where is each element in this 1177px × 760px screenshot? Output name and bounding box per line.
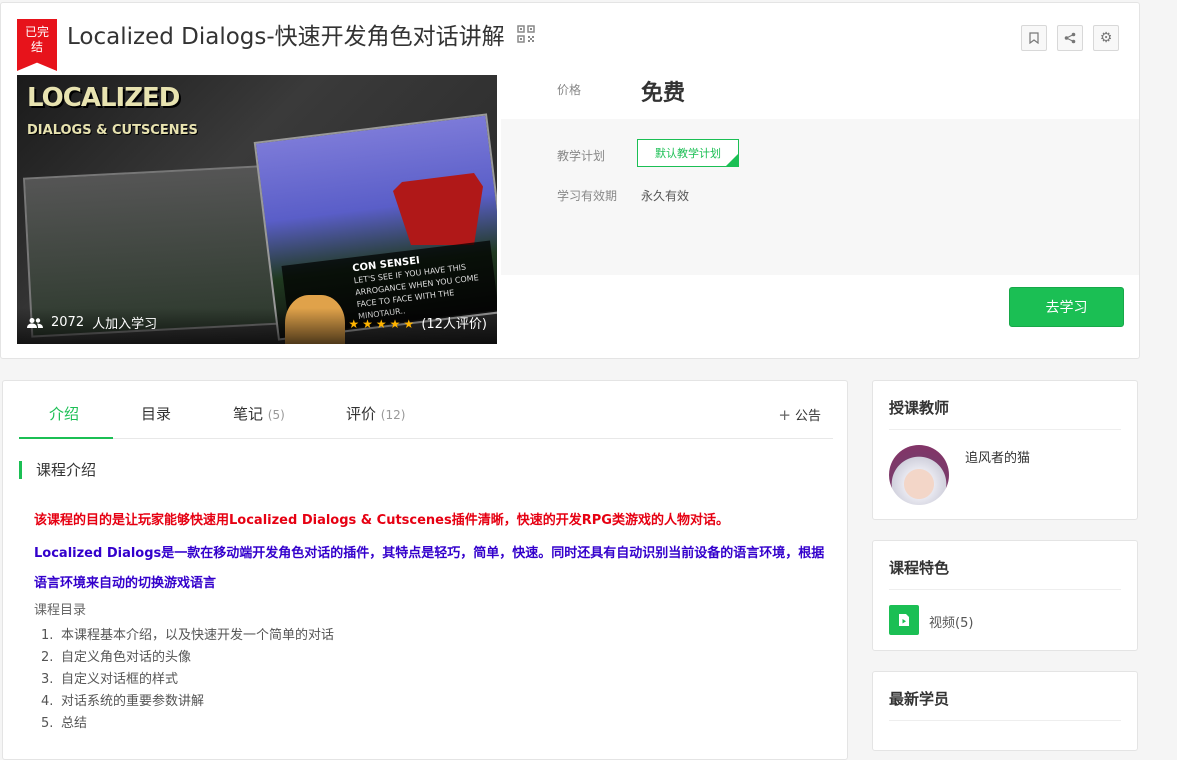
bookmark-icon [1029, 32, 1039, 44]
avatar[interactable] [889, 445, 949, 505]
toc-list: 1. 本课程基本介绍，以及快速开发一个简单的对话 2. 自定义角色对话的头像 3. 自… [41, 625, 334, 735]
completed-badge-line1: 已完 [24, 25, 49, 39]
list-text: 自定义角色对话的头像 [61, 650, 192, 665]
teacher-panel: 授课教师 追风者的猫 [872, 380, 1138, 520]
divider [889, 720, 1121, 721]
features-panel: 课程特色 视频(5) [872, 540, 1138, 651]
list-text: 自定义对话框的样式 [61, 672, 179, 687]
tab-intro[interactable]: 介绍 [49, 403, 79, 424]
toc-title: 课程目录 [34, 603, 87, 618]
share-icon [1064, 32, 1076, 44]
list-item: 4. 对话系统的重要参数讲解 [41, 691, 334, 713]
validity-label: 学习有效期 [557, 189, 618, 203]
tab-reviews[interactable]: 评价 (12) [346, 403, 405, 424]
tab-notes-label: 笔记 [233, 405, 264, 423]
intro-highlight-red: 该课程的目的是让玩家能够快速用Localized Dialogs & Cutsc… [34, 513, 729, 528]
list-text: 本课程基本介绍，以及快速开发一个简单的对话 [61, 628, 335, 643]
star-icon: ★ [362, 317, 373, 331]
completed-badge: 已完 结 [17, 19, 57, 71]
divider [889, 429, 1121, 430]
list-item: 2. 自定义角色对话的头像 [41, 647, 334, 669]
list-item: 3. 自定义对话框的样式 [41, 669, 334, 691]
star-icon: ★ [389, 317, 401, 331]
settings-button[interactable]: ⚙ [1093, 25, 1119, 51]
students-count: 2072 人加入学习 [27, 313, 157, 332]
announcement-link[interactable]: + 公告 [778, 405, 821, 424]
price-label: 价格 [557, 83, 582, 97]
list-text: 对话系统的重要参数讲解 [61, 694, 205, 709]
list-item: 5. 总结 [41, 713, 334, 735]
cover-logo-subtitle: DIALOGS & CUTSCENES [27, 123, 198, 138]
tab-catalog-label: 目录 [141, 405, 172, 423]
plan-label: 教学计划 [557, 149, 606, 163]
course-header-card: 已完 结 Localized Dialogs-快速开发角色对话讲解 ⚙ LOCA… [0, 2, 1140, 359]
teacher-title: 授课教师 [889, 399, 950, 417]
video-file-icon [889, 605, 919, 635]
share-button[interactable] [1057, 25, 1083, 51]
list-text: 总结 [61, 716, 88, 731]
course-tabs: 介绍 目录 笔记 (5) 评价 (12) + 公告 [19, 381, 833, 439]
bookmark-button[interactable] [1021, 25, 1047, 51]
list-number: 1. [41, 628, 54, 643]
list-number: 3. [41, 672, 54, 687]
course-cover-image[interactable]: LOCALIZED DIALOGS & CUTSCENES CON SENSEI… [17, 75, 497, 344]
feature-video-label: 视频(5) [929, 616, 974, 631]
announcement-label: 公告 [794, 409, 821, 424]
divider [889, 589, 1121, 590]
tab-notes-count: (5) [267, 408, 285, 422]
latest-students-panel: 最新学员 [872, 671, 1138, 751]
star-icon: ★ [348, 317, 360, 331]
plan-option-label: 默认教学计划 [655, 147, 721, 160]
course-content-card: 介绍 目录 笔记 (5) 评价 (12) + 公告 课程介绍 该课程的目的是让玩家… [2, 380, 848, 760]
section-title: 课程介绍 [19, 461, 96, 479]
validity-value: 永久有效 [641, 189, 690, 203]
list-number: 4. [41, 694, 54, 709]
students-label: 人加入学习 [92, 317, 158, 332]
list-item: 1. 本课程基本介绍，以及快速开发一个简单的对话 [41, 625, 334, 647]
completed-badge-line2: 结 [30, 40, 43, 54]
list-number: 2. [41, 650, 54, 665]
students-title: 最新学员 [889, 690, 950, 708]
start-learning-button[interactable]: 去学习 [1009, 287, 1124, 327]
students-number: 2072 [51, 315, 85, 330]
intro-highlight-blue: Localized Dialogs是一款在移动端开发角色对话的插件，其特点是轻巧… [34, 546, 825, 591]
course-info: 价格 免费 教学计划 默认教学计划 学习有效期 永久有效 [501, 75, 1139, 275]
features-title: 课程特色 [889, 559, 950, 577]
gear-icon: ⚙ [1099, 30, 1113, 46]
list-number: 5. [41, 716, 54, 731]
tab-notes[interactable]: 笔记 (5) [233, 403, 285, 424]
star-icon: ★ [375, 317, 387, 331]
tab-reviews-count: (12) [380, 408, 406, 422]
teacher-name[interactable]: 追风者的猫 [965, 447, 1030, 466]
course-rating: ★ ★ ★ ★ ★ (12人评价) [348, 313, 487, 332]
plan-option-default[interactable]: 默认教学计划 [637, 139, 739, 167]
plus-icon: + [778, 406, 791, 424]
qrcode-icon[interactable] [517, 25, 535, 43]
users-icon [27, 317, 43, 328]
tab-catalog[interactable]: 目录 [141, 403, 171, 424]
active-tab-indicator [19, 437, 113, 439]
cover-logo-title: LOCALIZED [27, 83, 180, 113]
course-title: Localized Dialogs-快速开发角色对话讲解 [67, 24, 505, 50]
rating-count: (12人评价) [421, 317, 487, 332]
tab-intro-label: 介绍 [49, 405, 80, 423]
star-icon: ★ [403, 317, 415, 331]
price-value: 免费 [641, 81, 686, 106]
check-corner-icon [726, 154, 738, 166]
tab-reviews-label: 评价 [346, 405, 377, 423]
